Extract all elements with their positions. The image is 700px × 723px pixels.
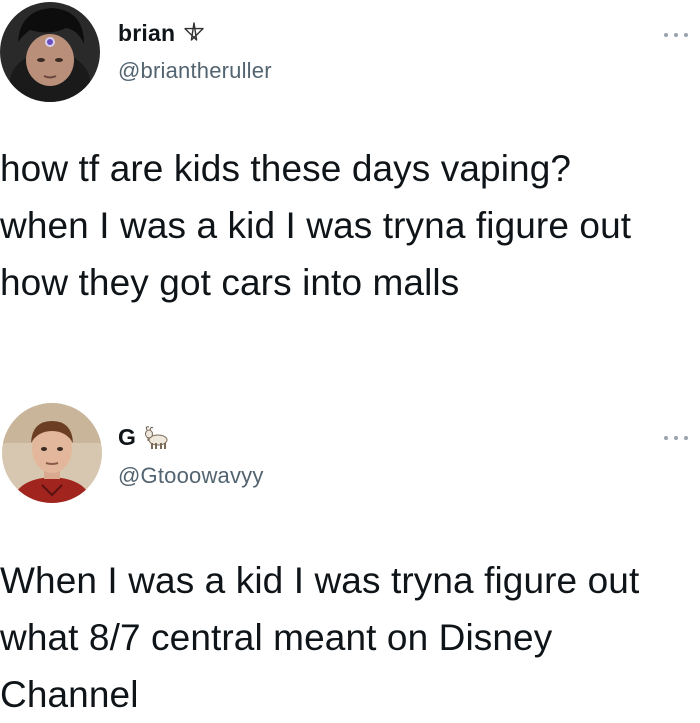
avatar-image: [0, 2, 100, 102]
avatar-image: [2, 403, 102, 503]
author-name-line: brian: [118, 20, 209, 47]
avatar[interactable]: [0, 2, 100, 102]
more-options-icon[interactable]: [664, 30, 688, 40]
display-name[interactable]: G: [118, 424, 136, 451]
display-name[interactable]: brian: [118, 20, 175, 47]
avatar[interactable]: [2, 403, 102, 503]
pentagram-icon: [183, 21, 209, 47]
handle[interactable]: @Gtooowavyy: [118, 463, 264, 489]
tweet-text: how tf are kids these days vaping? when …: [0, 148, 632, 303]
tweet-text: When I was a kid I was tryna figure out …: [0, 560, 640, 715]
goat-icon: [144, 425, 170, 451]
more-options-icon[interactable]: [664, 433, 688, 443]
author-name-line: G: [118, 424, 170, 451]
handle[interactable]: @briantheruller: [118, 58, 272, 84]
